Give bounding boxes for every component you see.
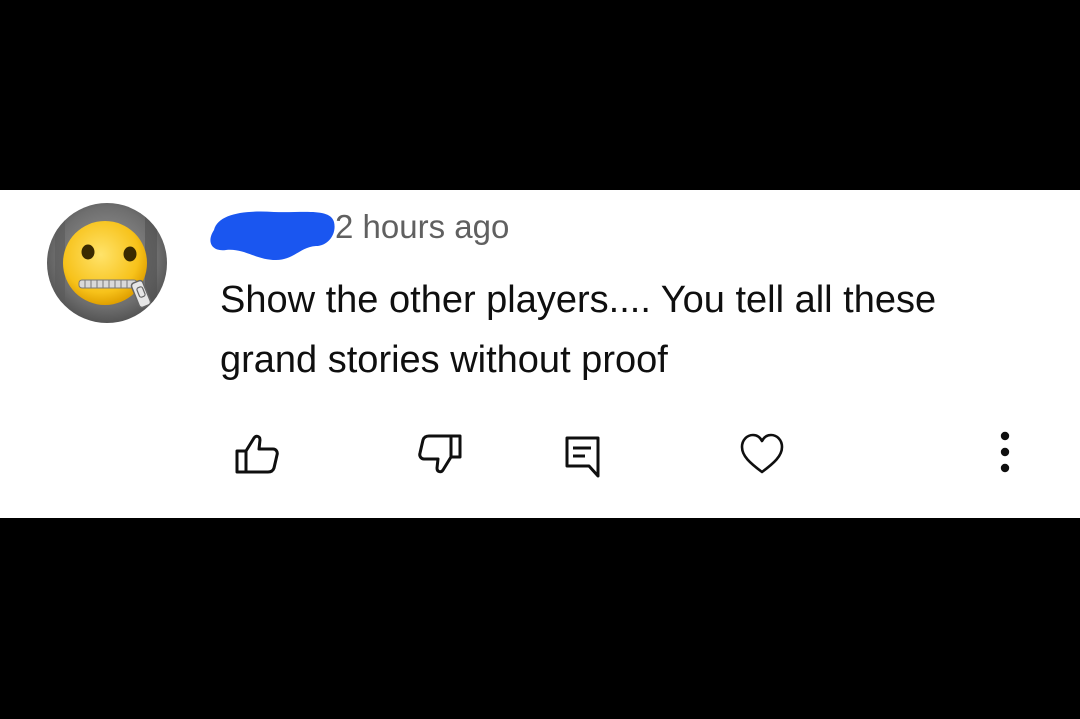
heart-icon	[740, 433, 784, 474]
comment-card: 2 hours ago Show the other players.... Y…	[0, 190, 1080, 518]
letterbox-top	[0, 0, 1080, 190]
reply-comment-icon	[565, 436, 600, 478]
dislike-button[interactable]	[416, 430, 464, 478]
thumbs-down-icon	[418, 434, 462, 474]
thumbs-up-icon	[235, 434, 279, 474]
author-name-redaction	[210, 211, 335, 260]
avatar[interactable]	[47, 203, 167, 323]
zipper-mouth-face-icon	[47, 203, 167, 323]
more-vertical-icon	[1000, 431, 1010, 473]
comment-text: Show the other players.... You tell all …	[220, 279, 937, 381]
comment-timestamp: 2 hours ago	[335, 208, 510, 245]
heart-button[interactable]	[738, 430, 786, 478]
reply-button[interactable]	[558, 430, 606, 478]
letterbox-bottom	[0, 518, 1080, 719]
like-button[interactable]	[233, 430, 281, 478]
more-options-button[interactable]	[982, 430, 1028, 478]
